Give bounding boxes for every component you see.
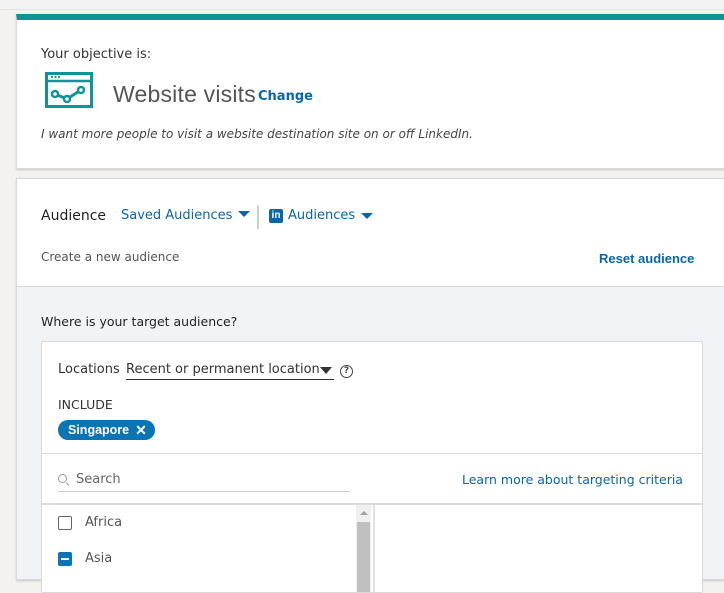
checkbox-partial-icon[interactable] bbox=[58, 551, 72, 566]
learn-more-targeting-link[interactable]: Learn more about targeting criteria bbox=[462, 472, 683, 487]
scrollbar-thumb[interactable] bbox=[357, 522, 370, 592]
audience-header: Audience Saved Audiences in Audiences Cr… bbox=[17, 179, 724, 287]
saved-audiences-label: Saved Audiences bbox=[121, 208, 233, 223]
linkedin-audiences-label: Audiences bbox=[288, 208, 356, 223]
objective-card: Your objective is: Website visits Change… bbox=[16, 14, 724, 169]
search-icon bbox=[58, 474, 68, 484]
objective-title: Website visits bbox=[113, 81, 256, 107]
target-audience-question: Where is your target audience? bbox=[41, 314, 238, 329]
divider bbox=[373, 505, 375, 592]
include-label: INCLUDE bbox=[58, 397, 113, 412]
linkedin-logo-icon: in bbox=[269, 208, 283, 223]
change-objective-link[interactable]: Change bbox=[258, 89, 313, 104]
region-list: Africa Asia bbox=[42, 505, 372, 592]
linkedin-audiences-dropdown[interactable]: in Audiences bbox=[269, 208, 374, 223]
location-type-value: Recent or permanent location bbox=[126, 362, 320, 377]
create-new-audience-text: Create a new audience bbox=[41, 250, 180, 264]
region-label: Asia bbox=[85, 551, 113, 566]
website-visits-icon bbox=[45, 72, 93, 108]
audience-title: Audience bbox=[41, 208, 107, 224]
divider bbox=[257, 205, 259, 229]
locations-label: Locations bbox=[58, 362, 120, 377]
remove-icon[interactable]: ✕ bbox=[135, 420, 147, 440]
audience-card: Audience Saved Audiences in Audiences Cr… bbox=[16, 178, 724, 593]
locations-card: Locations Recent or permanent location ?… bbox=[41, 341, 703, 593]
targeting-section: Where is your target audience? Locations… bbox=[17, 287, 724, 593]
divider bbox=[42, 453, 702, 454]
help-icon[interactable]: ? bbox=[340, 365, 353, 378]
objective-description: I want more people to visit a website de… bbox=[41, 127, 473, 141]
caret-down-icon bbox=[320, 367, 332, 374]
region-label: Africa bbox=[85, 515, 123, 530]
region-list-scrollbar[interactable] bbox=[356, 505, 371, 592]
location-type-select[interactable]: Recent or permanent location bbox=[126, 362, 334, 380]
region-item-asia[interactable]: Asia bbox=[58, 551, 112, 566]
page-top-strip bbox=[0, 0, 724, 10]
pill-label: Singapore bbox=[68, 423, 130, 437]
checkbox-unchecked-icon[interactable] bbox=[58, 515, 72, 530]
objective-label: Your objective is: bbox=[41, 47, 152, 62]
location-search bbox=[58, 467, 350, 492]
region-item-africa[interactable]: Africa bbox=[58, 515, 122, 530]
chevron-down-icon bbox=[361, 212, 374, 219]
chevron-down-icon bbox=[238, 211, 251, 217]
location-pill-singapore: Singapore ✕ bbox=[58, 420, 155, 440]
saved-audiences-dropdown[interactable]: Saved Audiences bbox=[121, 208, 251, 223]
scroll-up-arrow-icon[interactable] bbox=[360, 511, 368, 515]
reset-audience-link[interactable]: Reset audience bbox=[599, 251, 694, 266]
location-search-input[interactable] bbox=[76, 471, 336, 487]
